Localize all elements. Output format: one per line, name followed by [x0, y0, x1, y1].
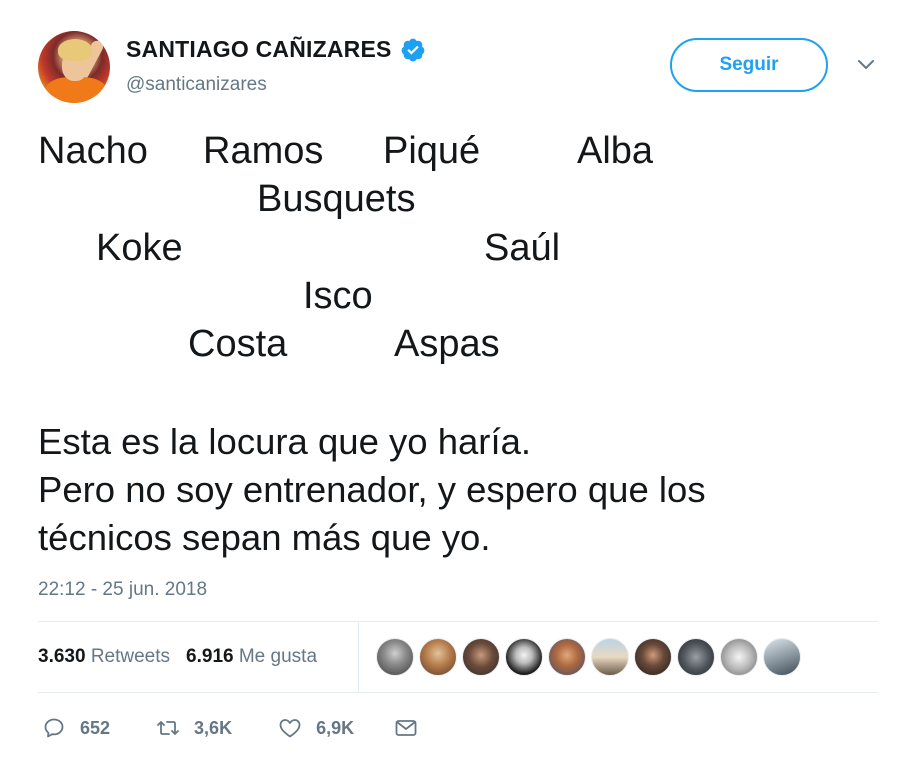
tweet-text-line: Esta es la locura que yo haría. — [38, 421, 532, 462]
divider — [358, 622, 359, 692]
lineup-player: Ramos — [203, 130, 324, 172]
liker-avatar[interactable] — [505, 638, 543, 676]
lineup-player: Aspas — [394, 323, 500, 365]
author-display-name[interactable]: SANTIAGO CAÑIZARES — [126, 36, 392, 63]
retweets-label[interactable]: Retweets — [91, 646, 170, 668]
liker-avatars — [376, 638, 806, 676]
author-name-row[interactable]: SANTIAGO CAÑIZARES — [126, 36, 426, 63]
liker-avatar[interactable] — [548, 638, 586, 676]
liker-avatar[interactable] — [677, 638, 715, 676]
lineup-player: Koke — [96, 227, 183, 269]
liker-avatar[interactable] — [419, 638, 457, 676]
divider — [38, 692, 878, 693]
reply-icon — [44, 718, 64, 738]
liker-avatar[interactable] — [763, 638, 801, 676]
retweet-count: 3,6K — [194, 717, 233, 738]
tweet-card: SANTIAGO CAÑIZARES @santicanizares Segui… — [0, 0, 909, 759]
retweets-count[interactable]: 3.630 — [38, 646, 86, 668]
tweet-actions: 652 3,6K 6,9K — [42, 716, 418, 740]
liker-avatar[interactable] — [462, 638, 500, 676]
liker-avatar[interactable] — [591, 638, 629, 676]
lineup-player: Isco — [303, 275, 373, 317]
tweet-timestamp[interactable]: 22:12 - 25 jun. 2018 — [38, 579, 207, 601]
lineup-player: Busquets — [257, 178, 416, 220]
lineup-player: Alba — [577, 130, 654, 172]
likes-count[interactable]: 6.916 — [186, 646, 234, 668]
like-count: 6,9K — [316, 717, 355, 738]
liker-avatar[interactable] — [634, 638, 672, 676]
lineup-player: Saúl — [484, 227, 561, 269]
verified-badge-icon — [401, 38, 424, 61]
liker-avatar[interactable] — [720, 638, 758, 676]
reply-count: 652 — [80, 717, 111, 738]
tweet-text-line: técnicos sepan más que yo. — [38, 517, 491, 558]
tweet-text-line: Pero no soy entrenador, y espero que los — [38, 469, 706, 510]
lineup-player: Nacho — [38, 130, 148, 172]
lineup-player: Costa — [188, 323, 288, 365]
direct-message-icon — [395, 720, 417, 736]
author-handle[interactable]: @santicanizares — [126, 74, 267, 96]
retweet-button[interactable]: 3,6K — [156, 716, 232, 740]
avatar[interactable] — [38, 31, 110, 103]
tweet-text: Esta es la locura que yo haría. Pero no … — [38, 418, 878, 562]
liker-avatar[interactable] — [376, 638, 414, 676]
retweet-icon — [157, 721, 179, 735]
divider — [38, 621, 878, 622]
direct-message-button[interactable] — [394, 716, 418, 740]
tweet-stats: 3.630 Retweets 6.916 Me gusta — [38, 646, 317, 668]
likes-label[interactable]: Me gusta — [239, 646, 317, 668]
chevron-down-icon[interactable] — [857, 58, 875, 72]
follow-button[interactable]: Seguir — [670, 38, 828, 92]
reply-button[interactable]: 652 — [42, 716, 110, 740]
lineup-player: Piqué — [383, 130, 481, 172]
like-button[interactable]: 6,9K — [278, 716, 354, 740]
heart-icon — [279, 719, 301, 738]
